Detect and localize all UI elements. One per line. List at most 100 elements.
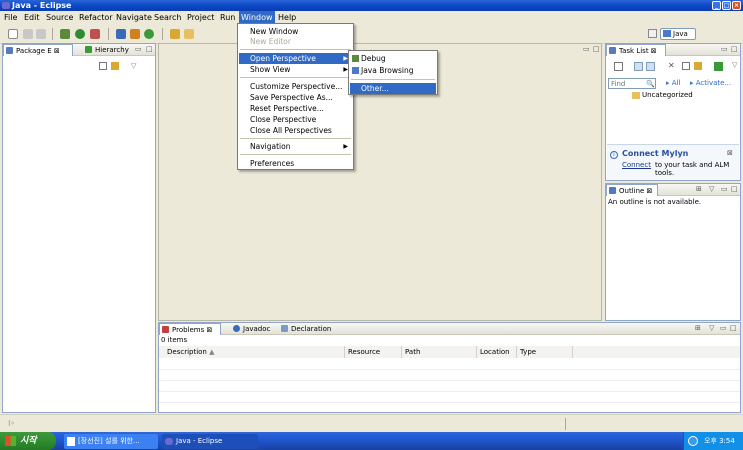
collapse-all-icon[interactable] [682, 62, 690, 70]
menu-source[interactable]: Source [44, 11, 75, 24]
hierarchy-icon [85, 46, 92, 53]
debug-icon[interactable] [60, 29, 70, 39]
external-tools-icon[interactable] [90, 29, 100, 39]
column-location[interactable]: Location [477, 346, 517, 358]
menu-item-label: Close Perspective [250, 115, 317, 124]
menu-navigate[interactable]: Navigate [114, 11, 154, 24]
taskbar-item-eclipse[interactable]: Java - Eclipse [162, 434, 258, 449]
view-menu-icon[interactable]: ▽ [732, 61, 737, 69]
link-editor-icon[interactable] [111, 62, 119, 70]
tab-problems[interactable]: Problems ⊠ [159, 323, 221, 335]
column-path[interactable]: Path [402, 346, 477, 358]
menu-item-customize-perspective[interactable]: Customize Perspective... [239, 81, 352, 92]
category-uncategorized[interactable]: Uncategorized [642, 91, 693, 99]
perspective-java-browsing[interactable]: Java Browsing [350, 65, 436, 76]
menu-run[interactable]: Run [218, 11, 237, 24]
system-tray: 오후 3:54 [683, 432, 743, 450]
menu-item-show-view[interactable]: Show View ▶ [239, 64, 352, 75]
tab-javadoc[interactable]: Javadoc [231, 323, 277, 335]
start-button[interactable]: 시작 [0, 432, 56, 450]
filter-all-link[interactable]: ▸ All [666, 79, 680, 87]
menu-file[interactable]: File [2, 11, 19, 24]
save-icon[interactable] [23, 29, 33, 39]
minimize-view-icon[interactable]: ▭ [720, 325, 727, 332]
menu-item-save-perspective-as[interactable]: Save Perspective As... [239, 92, 352, 103]
maximize-view-icon[interactable]: □ [731, 46, 738, 53]
tab-task-list[interactable]: Task List ⊠ [606, 44, 666, 56]
view-menu-icon[interactable]: ▽ [709, 186, 716, 193]
tab-outline[interactable]: Outline ⊠ [606, 184, 658, 196]
open-type-icon[interactable] [170, 29, 180, 39]
outline-message: An outline is not available. [608, 198, 702, 206]
declaration-icon [281, 325, 288, 332]
view-menu-icon[interactable]: ▽ [131, 62, 136, 70]
minimize-button[interactable]: _ [712, 1, 721, 10]
outline-toolbar-icon[interactable]: ⊞ [696, 186, 703, 193]
taskbar-item-document[interactable]: [장선진] 설를 위한... [64, 434, 158, 449]
maximize-editor-icon[interactable]: □ [593, 46, 600, 53]
column-description[interactable]: Description ▲ [159, 346, 345, 358]
perspective-java-button[interactable]: Java [660, 28, 696, 40]
new-task-icon[interactable] [614, 62, 623, 71]
menu-search[interactable]: Search [152, 11, 183, 24]
minimize-view-icon[interactable]: ▭ [721, 46, 728, 53]
status-separator [565, 418, 566, 430]
column-resource[interactable]: Resource [345, 346, 402, 358]
close-button[interactable]: × [732, 1, 741, 10]
clock[interactable]: 오후 3:54 [704, 437, 735, 445]
new-package-icon[interactable] [130, 29, 140, 39]
menu-item-label: Debug [361, 54, 386, 63]
minimize-editor-icon[interactable]: ▭ [583, 46, 590, 53]
column-type[interactable]: Type [517, 346, 573, 358]
new-class-icon[interactable] [144, 29, 154, 39]
problems-view: Problems ⊠ Javadoc Declaration ⊞ ▽ ▭ □ 0… [158, 322, 741, 413]
menu-item-close-perspective[interactable]: Close Perspective [239, 114, 352, 125]
menu-item-open-perspective[interactable]: Open Perspective ▶ [239, 53, 352, 64]
maximize-button[interactable]: □ [722, 1, 731, 10]
menu-item-reset-perspective[interactable]: Reset Perspective... [239, 103, 352, 114]
tab-package-explorer[interactable]: Package E ⊠ [3, 44, 73, 56]
maximize-view-icon[interactable]: □ [146, 46, 153, 53]
tab-hierarchy[interactable]: Hierarchy [83, 44, 133, 56]
minimize-view-icon[interactable]: ▭ [135, 46, 142, 53]
synchronize-icon[interactable] [714, 62, 723, 71]
collapse-all-icon[interactable] [99, 62, 107, 70]
problems-header: Problems ⊠ Javadoc Declaration ⊞ ▽ ▭ □ [159, 323, 740, 335]
perspective-other[interactable]: Other... [350, 83, 436, 94]
categorized-icon[interactable] [634, 62, 643, 71]
mylyn-close-icon[interactable]: ⊠ [727, 149, 733, 157]
mylyn-description: to your task and ALM tools. [655, 161, 730, 177]
perspective-debug[interactable]: Debug [350, 53, 436, 64]
tab-declaration[interactable]: Declaration [279, 323, 337, 335]
menu-item-label: Java Browsing [361, 66, 414, 75]
network-icon[interactable] [688, 436, 698, 446]
link-editor-icon[interactable] [694, 62, 702, 70]
scheduled-icon[interactable] [646, 62, 655, 71]
maximize-view-icon[interactable]: □ [730, 325, 737, 332]
menu-project[interactable]: Project [185, 11, 216, 24]
menu-refactor[interactable]: Refactor [77, 11, 115, 24]
task-list-icon [609, 47, 616, 54]
package-explorer-header: Package E ⊠ Hierarchy ▭ □ [3, 44, 155, 56]
window-title-bar[interactable]: Java - Eclipse _ □ × [0, 0, 743, 11]
menu-item-close-all-perspectives[interactable]: Close All Perspectives [239, 125, 352, 136]
fast-view-icon[interactable]: ⁝◦ [8, 419, 15, 428]
hide-completed-icon[interactable]: ✕ [668, 61, 675, 70]
document-icon [67, 437, 75, 446]
open-perspective-icon[interactable] [648, 29, 657, 38]
maximize-view-icon[interactable]: □ [731, 186, 738, 193]
print-icon[interactable] [36, 29, 46, 39]
menu-item-navigation[interactable]: Navigation ▶ [239, 141, 352, 152]
activate-link[interactable]: ▸ Activate... [690, 79, 731, 87]
mylyn-connect-link[interactable]: Connect [622, 161, 651, 169]
filter-icon[interactable]: ⊞ [695, 325, 702, 332]
new-icon[interactable] [8, 29, 18, 39]
menu-edit[interactable]: Edit [22, 11, 42, 24]
menu-item-new-editor[interactable]: New Editor [239, 36, 352, 47]
view-menu-icon[interactable]: ▽ [709, 325, 716, 332]
search-icon[interactable] [184, 29, 194, 39]
minimize-view-icon[interactable]: ▭ [721, 186, 728, 193]
menu-item-preferences[interactable]: Preferences [239, 158, 352, 169]
run-icon[interactable] [75, 29, 85, 39]
new-java-project-icon[interactable] [116, 29, 126, 39]
